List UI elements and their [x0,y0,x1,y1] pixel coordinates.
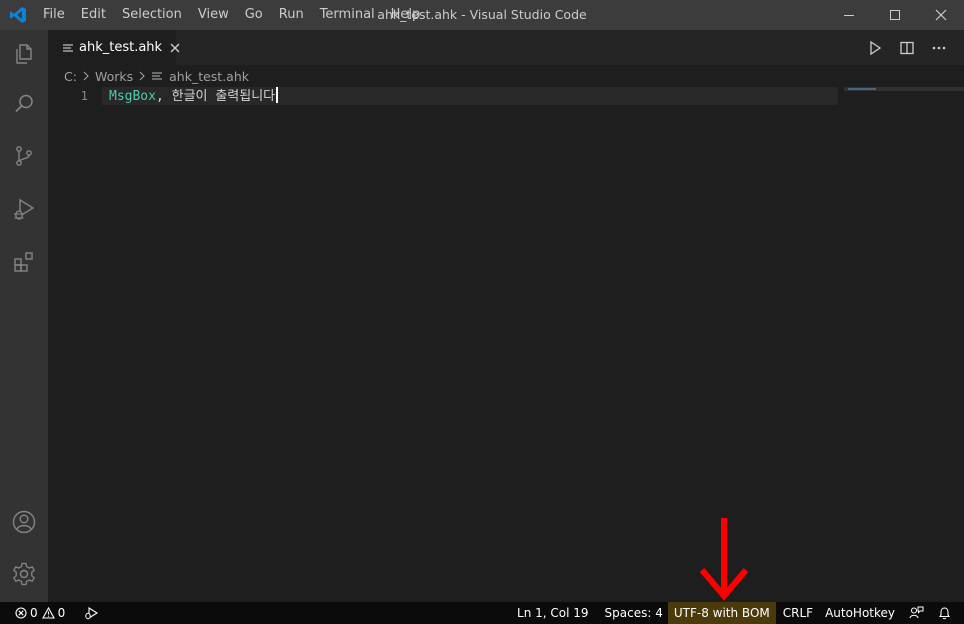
play-icon [870,40,882,55]
breadcrumb-folder[interactable]: Works [95,69,133,84]
extensions-button[interactable] [0,238,48,286]
file-lines-icon [151,69,165,83]
menu-go[interactable]: Go [237,0,271,30]
editor-actions [856,30,952,65]
feedback-icon [909,606,924,619]
more-ellipsis-icon [932,46,946,49]
menu-bar: File Edit Selection View Go Run Terminal… [35,0,428,30]
breadcrumb-drive[interactable]: C: [64,69,77,84]
tab-ahk-test[interactable]: ahk_test.ahk [48,30,180,65]
problems-indicator[interactable]: 0 0 [10,602,70,624]
indentation-setting[interactable]: Spaces: 4 [600,602,668,624]
title-bar: File Edit Selection View Go Run Terminal… [0,0,964,30]
breadcrumb: C: Works ahk_test.ahk [48,65,964,87]
status-bar-right: Ln 1, Col 19 Spaces: 4 UTF-8 with BOM CR… [512,602,956,624]
tab-bar: ahk_test.ahk [48,30,964,65]
explorer-button[interactable] [0,30,48,78]
run-debug-icon [85,607,99,620]
annotation-arrow-icon [699,518,749,601]
run-file-button[interactable] [862,35,888,61]
code-keyword: MsgBox [109,89,156,104]
editor-group: ahk_test.ahk C: Works ahk_test.ahk 1 Msg… [48,30,964,602]
accounts-icon [12,510,36,534]
text-cursor [276,87,279,103]
tab-label: ahk_test.ahk [79,40,163,55]
menu-terminal[interactable]: Terminal [312,0,383,30]
menu-edit[interactable]: Edit [73,0,114,30]
source-control-icon [16,146,32,166]
vscode-logo-icon [0,0,35,30]
file-lines-icon [62,41,74,55]
breadcrumb-file[interactable]: ahk_test.ahk [169,69,249,84]
error-icon [15,607,27,619]
error-count: 0 [30,606,38,620]
run-debug-button[interactable] [0,185,48,233]
maximize-icon [890,10,900,20]
code-editor[interactable]: 1 MsgBox, 한글이 출력됩니다 [48,87,964,602]
feedback-button[interactable] [904,602,929,624]
minimize-button[interactable] [826,0,872,30]
manage-button[interactable] [0,550,48,598]
search-icon [15,94,33,113]
tab-close-icon[interactable] [170,40,180,56]
chevron-right-icon [138,71,146,81]
code-text: , 한글이 출력됩니다 [155,89,276,104]
status-bar-left: 0 0 [0,602,104,624]
minimize-icon [844,15,854,16]
more-actions-button[interactable] [926,35,952,61]
encoding-selector[interactable]: UTF-8 with BOM [667,602,776,624]
warning-icon [41,607,55,619]
split-editor-icon [900,41,914,54]
split-editor-button[interactable] [894,35,920,61]
notifications-button[interactable] [933,602,956,624]
search-button[interactable] [0,80,48,128]
line-number: 1 [80,88,88,103]
extensions-icon [14,252,33,272]
chevron-right-icon [82,71,90,81]
live-share-button[interactable] [78,602,104,624]
manage-gear-icon [12,562,36,586]
status-bar: 0 0 Ln 1, Col 19 Spaces: 4 UTF-8 with BO… [0,602,964,624]
eol-selector[interactable]: CRLF [778,602,818,624]
explorer-icon [16,44,32,64]
close-window-button[interactable] [918,0,964,30]
language-mode[interactable]: AutoHotkey [820,602,900,624]
minimap-line [848,88,876,90]
accounts-button[interactable] [0,498,48,546]
source-control-button[interactable] [0,132,48,180]
menu-view[interactable]: View [190,0,237,30]
menu-file[interactable]: File [35,0,73,30]
code-line[interactable]: MsgBox, 한글이 출력됩니다 [109,87,279,105]
bell-icon [938,607,951,620]
window-controls [826,0,964,30]
run-debug-icon [14,198,35,220]
activity-bar [0,30,48,602]
cursor-position[interactable]: Ln 1, Col 19 [512,602,594,624]
maximize-button[interactable] [872,0,918,30]
menu-run[interactable]: Run [271,0,312,30]
close-icon [935,9,947,21]
menu-help[interactable]: Help [383,0,429,30]
warning-count: 0 [57,606,66,620]
menu-selection[interactable]: Selection [114,0,190,30]
